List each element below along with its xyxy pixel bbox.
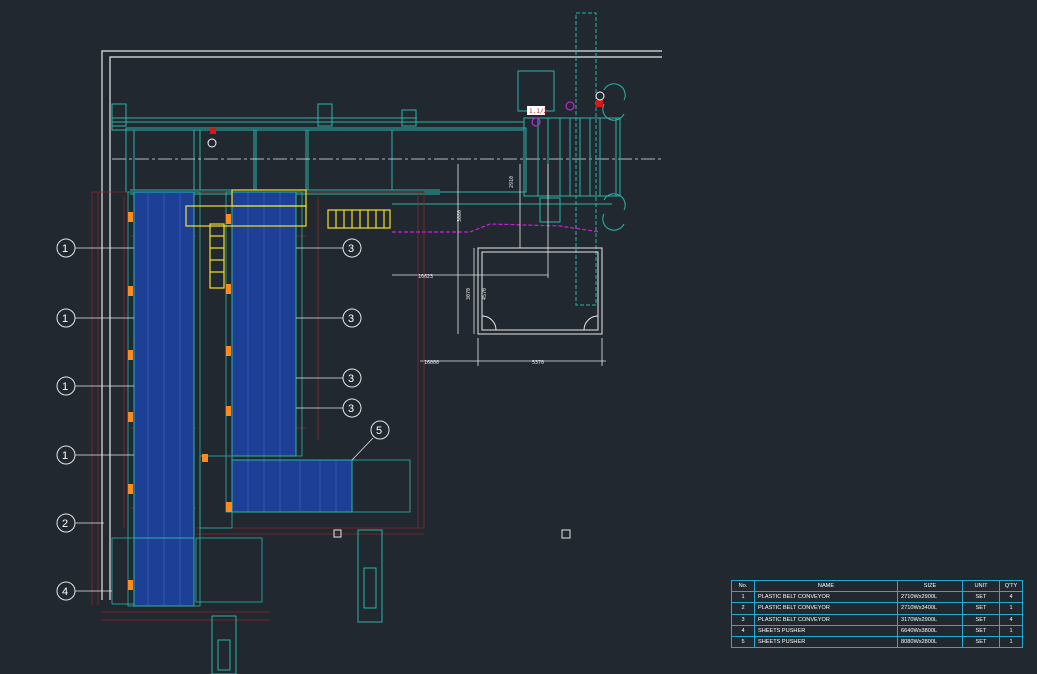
dim-4570: 4570 — [482, 288, 488, 300]
balloon-label: 4 — [62, 586, 68, 598]
room-enclosure — [477, 247, 603, 335]
bom-cell-no: 1 — [731, 591, 755, 604]
bom-cell-size: 6640Wx3800L — [897, 624, 963, 637]
bom-cell-name: PLASTIC BELT CONVEYOR — [754, 591, 898, 604]
column-marker-2 — [333, 529, 342, 538]
bom-table: No. NAME SIZE UNIT Q'TY 1 PLASTIC BELT C… — [731, 579, 1023, 649]
conveyor-transfer — [231, 459, 353, 513]
top-transfer-conveyor — [111, 103, 527, 195]
bom-cell-no: 4 — [731, 624, 755, 637]
balloon-label: 1 — [62, 313, 68, 325]
cad-drawing-canvas: 1.1/2 10623 16000 5370 3070 4570 3080 29… — [56, 12, 662, 674]
table-row: 1 PLASTIC BELT CONVEYOR 2710Wx2900L SET … — [731, 591, 1023, 604]
bom-cell-no: 3 — [731, 613, 755, 626]
bom-header-no: No. — [731, 579, 755, 593]
bom-cell-size: 2710Wx3400L — [897, 602, 963, 615]
bom-cell-qty: 4 — [999, 613, 1023, 626]
bom-cell-no: 2 — [731, 602, 755, 615]
column-marker — [561, 529, 571, 539]
balloon-label: 3 — [348, 403, 354, 415]
bom-cell-qty: 1 — [999, 624, 1023, 637]
table-row: 4 SHEETS PUSHER 6640Wx3800L SET 1 — [731, 624, 1023, 637]
dim-16000: 16000 — [424, 360, 439, 366]
bom-cell-name: PLASTIC BELT CONVEYOR — [754, 602, 898, 615]
balloon-label: 3 — [348, 313, 354, 325]
bom-cell-name: PLASTIC BELT CONVEYOR — [754, 613, 898, 626]
balloon-label: 3 — [348, 243, 354, 255]
balloon-label: 5 — [376, 425, 382, 437]
table-row: 2 PLASTIC BELT CONVEYOR 2710Wx3400L SET … — [731, 602, 1023, 615]
balloon-label: 3 — [348, 373, 354, 385]
bom-cell-name: SHEETS PUSHER — [754, 624, 898, 637]
bom-cell-unit: SET — [962, 602, 1000, 615]
leader-lines — [75, 247, 374, 592]
bom-header-row: No. NAME SIZE UNIT Q'TY — [731, 579, 1023, 593]
balloon-label: 1 — [62, 450, 68, 462]
belt-conveyors — [111, 191, 411, 607]
dim-10623: 10623 — [418, 274, 433, 280]
bom-header-size: SIZE — [897, 579, 963, 593]
table-row: 3 PLASTIC BELT CONVEYOR 3170Wx2900L SET … — [731, 613, 1023, 626]
tag-text: 1.1/2 — [529, 108, 547, 115]
bom-cell-unit: SET — [962, 624, 1000, 637]
dim-5370: 5370 — [532, 360, 544, 366]
bom-cell-size: 3170Wx2900L — [897, 613, 963, 626]
balloon-group — [56, 238, 390, 601]
bom-header-unit: UNIT — [962, 579, 1000, 593]
bom-header-qty: Q'TY — [999, 579, 1023, 593]
balloon-label: 1 — [62, 381, 68, 393]
bom-cell-size: 2710Wx2900L — [897, 591, 963, 604]
white-ref-circle — [207, 138, 217, 148]
red-marker-left — [210, 128, 216, 134]
bom-cell-name: SHEETS PUSHER — [754, 635, 898, 649]
dim-2910: 2910 — [509, 176, 515, 188]
bom-cell-no: 5 — [731, 635, 755, 649]
dim-3070: 3070 — [466, 288, 472, 300]
bom-cell-qty: 4 — [999, 591, 1023, 604]
bom-cell-unit: SET — [962, 613, 1000, 626]
bom-cell-size: 8080Wx2800L — [897, 635, 963, 649]
red-marker — [596, 100, 603, 107]
dim-3080: 3080 — [457, 210, 463, 222]
bom-cell-unit: SET — [962, 635, 1000, 649]
bom-header-name: NAME — [754, 579, 898, 593]
bom-cell-unit: SET — [962, 591, 1000, 604]
bom-cell-qty: 1 — [999, 635, 1023, 649]
bom-cell-qty: 1 — [999, 602, 1023, 615]
balloon-label: 2 — [62, 518, 68, 530]
balloon-label: 1 — [62, 243, 68, 255]
white-ref-circle-right — [595, 91, 605, 101]
table-row: 5 SHEETS PUSHER 8080Wx2800L SET 1 — [731, 635, 1023, 649]
